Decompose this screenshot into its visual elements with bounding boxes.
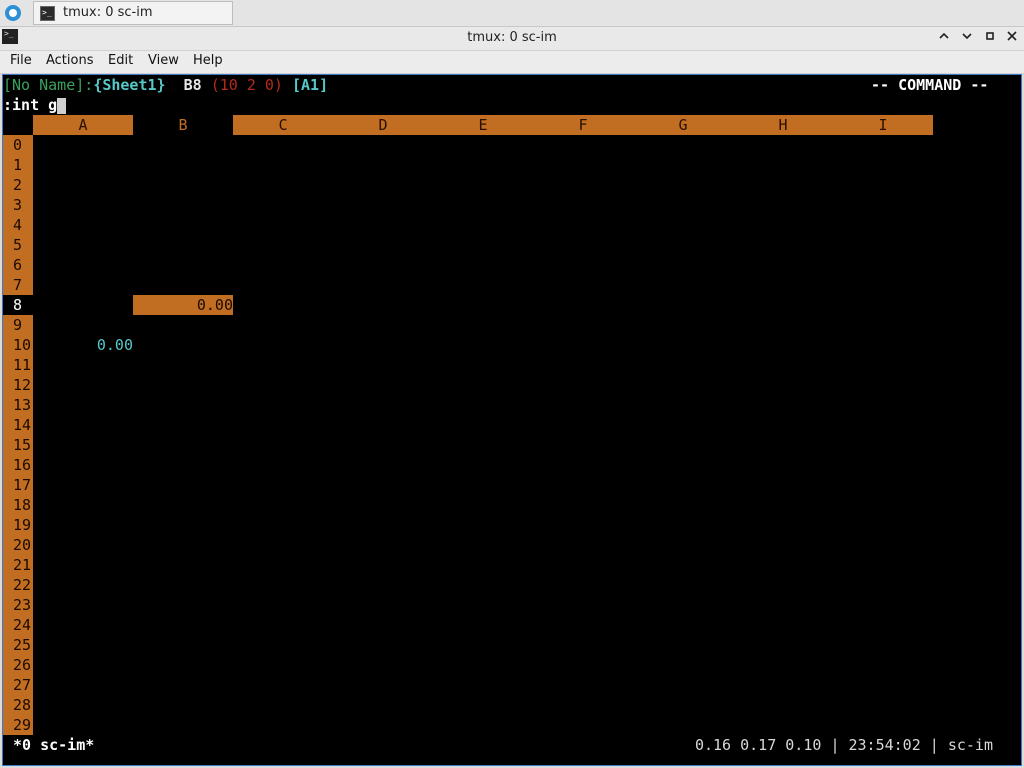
taskbar-task-button[interactable]: >_ tmux: 0 sc-im	[33, 1, 233, 25]
tmux-window-label[interactable]: *0 sc-im*	[13, 735, 94, 755]
row-header[interactable]: 29	[3, 715, 33, 735]
terminal-area[interactable]: [No Name]:{Sheet1} B8 (10 2 0) [A1] -- C…	[2, 74, 1022, 766]
row-header[interactable]: 9	[3, 315, 33, 335]
menubar: File Actions Edit View Help	[0, 51, 1024, 74]
row-header[interactable]: 13	[3, 395, 33, 415]
row-header[interactable]: 24	[3, 615, 33, 635]
tmux-status-bar: *0 sc-im* 0.16 0.17 0.10 | 23:54:02 | sc…	[3, 735, 1021, 755]
row-header[interactable]: 12	[3, 375, 33, 395]
menu-file[interactable]: File	[10, 53, 32, 68]
row-header[interactable]: 15	[3, 435, 33, 455]
taskbar: >_ tmux: 0 sc-im	[0, 0, 1024, 27]
row-header[interactable]: 6	[3, 255, 33, 275]
row-header[interactable]: 2	[3, 175, 33, 195]
file-name: [No Name]	[3, 76, 85, 94]
menu-view[interactable]: View	[148, 53, 179, 68]
column-header-b[interactable]: B	[133, 115, 233, 135]
menu-help[interactable]: Help	[193, 53, 223, 68]
cell-b8-selected[interactable]: 0.00	[133, 295, 233, 315]
row-header[interactable]: 1	[3, 155, 33, 175]
row-header[interactable]: 16	[3, 455, 33, 475]
header-colon: :	[84, 76, 94, 94]
row-header[interactable]: 3	[3, 195, 33, 215]
shade-button[interactable]	[958, 29, 976, 47]
sheet-name: {Sheet1}	[93, 76, 166, 94]
row-header[interactable]: 23	[3, 595, 33, 615]
row-header[interactable]: 10	[3, 335, 33, 355]
row-header[interactable]: 22	[3, 575, 33, 595]
window-titlebar[interactable]: >_ tmux: 0 sc-im	[0, 27, 1024, 51]
row-header[interactable]: 17	[3, 475, 33, 495]
column-header-f[interactable]: F	[533, 115, 633, 135]
scim-header: [No Name]:{Sheet1} B8 (10 2 0) [A1]	[3, 75, 328, 95]
maximize-button[interactable]	[981, 29, 999, 47]
column-header-a[interactable]: A	[33, 115, 133, 135]
row-header[interactable]: 25	[3, 635, 33, 655]
tmux-status-right: 0.16 0.17 0.10 | 23:54:02 | sc-im	[695, 735, 993, 755]
column-header-i[interactable]: I	[833, 115, 933, 135]
row-header[interactable]: 4	[3, 215, 33, 235]
row-header[interactable]: 18	[3, 495, 33, 515]
current-cell: B8	[183, 76, 202, 94]
taskbar-task-label: tmux: 0 sc-im	[63, 5, 153, 20]
row-header[interactable]: 20	[3, 535, 33, 555]
row-header[interactable]: 28	[3, 695, 33, 715]
cell-a10[interactable]: 0.00	[33, 335, 133, 355]
row-header[interactable]: 11	[3, 355, 33, 375]
status-separator: |	[830, 736, 840, 754]
mode-indicator: -- COMMAND --	[871, 76, 989, 94]
command-line[interactable]: :int g	[3, 95, 67, 115]
close-button[interactable]	[1003, 29, 1021, 47]
row-header[interactable]: 5	[3, 235, 33, 255]
column-header-h[interactable]: H	[733, 115, 833, 135]
menu-edit[interactable]: Edit	[108, 53, 133, 68]
close-icon	[1007, 31, 1017, 41]
row-header[interactable]: 0	[3, 135, 33, 155]
chevron-down-icon	[962, 33, 972, 40]
clock: 23:54:02	[848, 736, 921, 754]
cell-format-info: (10 2 0)	[210, 76, 283, 94]
menu-actions[interactable]: Actions	[46, 53, 94, 68]
chevron-up-icon	[939, 32, 949, 39]
window-title: tmux: 0 sc-im	[467, 30, 557, 45]
column-header-d[interactable]: D	[333, 115, 433, 135]
cell-reference: [A1]	[292, 76, 329, 94]
column-header-g[interactable]: G	[633, 115, 733, 135]
minimize-button[interactable]	[935, 29, 953, 47]
status-separator: |	[929, 736, 939, 754]
hostname: sc-im	[947, 736, 993, 754]
app-launcher-icon[interactable]	[5, 5, 21, 21]
column-header-c[interactable]: C	[233, 115, 333, 135]
row-header[interactable]: 27	[3, 675, 33, 695]
row-header[interactable]: 26	[3, 655, 33, 675]
row-header[interactable]: 7	[3, 275, 33, 295]
load-average: 0.16 0.17 0.10	[694, 736, 822, 754]
row-header-selected[interactable]: 8	[3, 295, 33, 315]
terminal-icon: >_	[40, 6, 55, 21]
column-header-e[interactable]: E	[433, 115, 533, 135]
row-header[interactable]: 14	[3, 415, 33, 435]
text-cursor	[57, 97, 67, 114]
maximize-icon	[986, 32, 994, 40]
row-header[interactable]: 21	[3, 555, 33, 575]
row-header[interactable]: 19	[3, 515, 33, 535]
command-text: :int g	[3, 96, 58, 114]
